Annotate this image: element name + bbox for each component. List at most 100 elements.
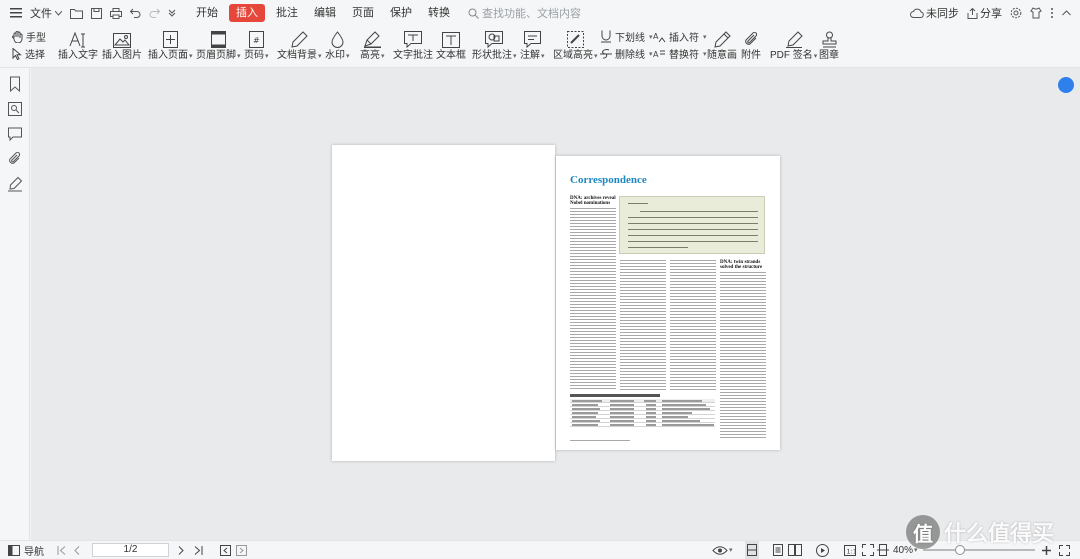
replace-symbol-button[interactable]: A 替换符 ▾ <box>653 46 707 62</box>
actual-size-icon[interactable]: 1:1 <box>844 541 856 559</box>
fit-width-icon[interactable] <box>877 541 889 559</box>
quick-access-more-icon[interactable] <box>164 2 180 24</box>
settings-icon[interactable] <box>1007 7 1025 19</box>
two-page-view-icon[interactable] <box>788 541 802 559</box>
page-2[interactable]: Correspondence DNA: archives reveal Nobe… <box>556 156 780 450</box>
insert-image-button[interactable]: 插入图片 <box>102 26 142 62</box>
signature-panel-icon[interactable] <box>7 176 23 192</box>
tab-edit[interactable]: 编辑 <box>306 4 344 22</box>
fit-page-icon[interactable] <box>862 541 874 559</box>
select-tool-button[interactable]: 选择 <box>12 46 45 61</box>
fullscreen-icon[interactable] <box>1059 541 1070 559</box>
open-folder-icon[interactable] <box>66 2 87 24</box>
tab-protect[interactable]: 保护 <box>382 4 420 22</box>
strikethrough-icon <box>600 48 612 60</box>
area-highlight-label-wrap: 区域高亮▾ <box>553 50 598 61</box>
search-icon <box>468 8 479 19</box>
paperclip-icon <box>744 28 759 48</box>
page-indicator[interactable]: 1/2 <box>92 543 169 557</box>
single-page-view-icon[interactable] <box>745 541 759 559</box>
play-icon[interactable] <box>816 541 829 559</box>
attachment-button[interactable]: 附件 <box>741 26 761 62</box>
svg-text:A: A <box>653 32 659 41</box>
share-icon <box>967 7 978 19</box>
text-comment-button[interactable]: 文字批注 <box>393 26 433 62</box>
bookmark-icon[interactable] <box>7 76 23 93</box>
replace-symbol-icon: A <box>653 48 666 60</box>
page-number-button[interactable]: # 页码▾ <box>244 26 269 63</box>
sync-status[interactable]: 未同步 <box>907 5 962 21</box>
watermark-button[interactable]: 水印▾ <box>325 26 350 63</box>
stamp-button[interactable]: 图章 <box>819 26 839 62</box>
underline-button[interactable]: 下划线 ▾ <box>600 29 653 44</box>
doc-background-button[interactable]: 文档背景▾ <box>277 26 322 63</box>
first-page-icon[interactable] <box>57 541 67 559</box>
annotation-button[interactable]: 注解▾ <box>520 26 545 63</box>
hand-tool-button[interactable]: 手型 <box>12 29 46 44</box>
stamp-icon <box>821 28 838 48</box>
forward-view-icon[interactable] <box>236 541 247 559</box>
tab-page[interactable]: 页面 <box>344 4 382 22</box>
highlight-button[interactable]: 高亮▾ <box>360 26 385 63</box>
insert-symbol-icon: A <box>653 31 666 43</box>
page-1[interactable] <box>332 145 555 461</box>
search-box[interactable]: 查找功能、文档内容 <box>468 5 581 21</box>
zoom-slider-track[interactable] <box>923 549 1035 551</box>
svg-text:1:1: 1:1 <box>847 547 857 555</box>
text-insert-icon <box>69 28 87 48</box>
shape-comment-button[interactable]: 形状批注▾ <box>472 26 517 63</box>
more-icon[interactable] <box>1047 7 1057 19</box>
add-page-icon <box>162 28 178 48</box>
pen-icon <box>713 28 731 48</box>
save-icon[interactable] <box>87 2 106 24</box>
insert-symbol-button[interactable]: A 插入符 ▾ <box>653 29 707 45</box>
strikethrough-button[interactable]: 删除线 ▾ <box>600 46 653 61</box>
thumbnail-search-icon[interactable] <box>7 101 23 117</box>
tab-convert[interactable]: 转换 <box>420 4 458 22</box>
tab-comment[interactable]: 批注 <box>268 4 306 22</box>
assistant-bubble-icon[interactable] <box>1058 77 1074 93</box>
comment-icon[interactable] <box>7 126 23 142</box>
tab-insert[interactable]: 插入 <box>229 4 265 22</box>
insert-page-button[interactable]: 插入页面▾ <box>148 26 193 63</box>
hamburger-icon[interactable] <box>6 2 26 24</box>
textbox-icon <box>442 28 460 48</box>
image-icon <box>113 28 131 48</box>
file-menu[interactable]: 文件 <box>26 2 66 24</box>
nomination-table <box>570 394 715 436</box>
insert-text-button[interactable]: 插入文字 <box>58 26 98 62</box>
prev-page-icon[interactable] <box>74 541 80 559</box>
eye-protection-icon[interactable]: ▾ <box>712 541 733 559</box>
freehand-button[interactable]: 随意画 <box>707 26 737 62</box>
collapse-ribbon-icon[interactable] <box>1059 10 1074 16</box>
strikethrough-label: 删除线 <box>615 50 645 61</box>
watermark-badge: 值 <box>906 515 940 549</box>
highlight-label: 高亮 <box>360 50 380 61</box>
redo-icon[interactable] <box>145 2 164 24</box>
last-page-icon[interactable] <box>193 541 203 559</box>
document-canvas[interactable]: Correspondence DNA: archives reveal Nobe… <box>31 68 1080 540</box>
print-icon[interactable] <box>106 2 126 24</box>
annotation-label: 注解 <box>520 50 540 61</box>
back-view-icon[interactable] <box>220 541 231 559</box>
attachment-panel-icon[interactable] <box>7 151 23 167</box>
page-number-icon: # <box>248 28 264 48</box>
nav-toggle-button[interactable]: 导航 <box>8 541 44 559</box>
textbox-button[interactable]: 文本框 <box>436 26 466 62</box>
text-comment-label: 文字批注 <box>393 50 433 61</box>
undo-icon[interactable] <box>126 2 145 24</box>
freehand-label: 随意画 <box>707 50 737 61</box>
continuous-view-icon[interactable] <box>773 541 783 559</box>
header-footer-button[interactable]: 页眉页脚▾ <box>196 26 241 63</box>
next-page-icon[interactable] <box>178 541 184 559</box>
skin-icon[interactable] <box>1027 7 1045 19</box>
share-label: 分享 <box>980 8 1002 20</box>
svg-text:#: # <box>253 36 260 45</box>
pdf-signature-button[interactable]: PDF 签名▾ <box>770 26 817 63</box>
area-highlight-button[interactable]: 区域高亮▾ <box>553 26 598 63</box>
annotation-icon <box>523 28 541 48</box>
underline-label: 下划线 <box>615 33 645 44</box>
tab-start[interactable]: 开始 <box>188 4 226 22</box>
correspondence-title: Correspondence <box>570 174 647 186</box>
share-button[interactable]: 分享 <box>964 5 1005 21</box>
